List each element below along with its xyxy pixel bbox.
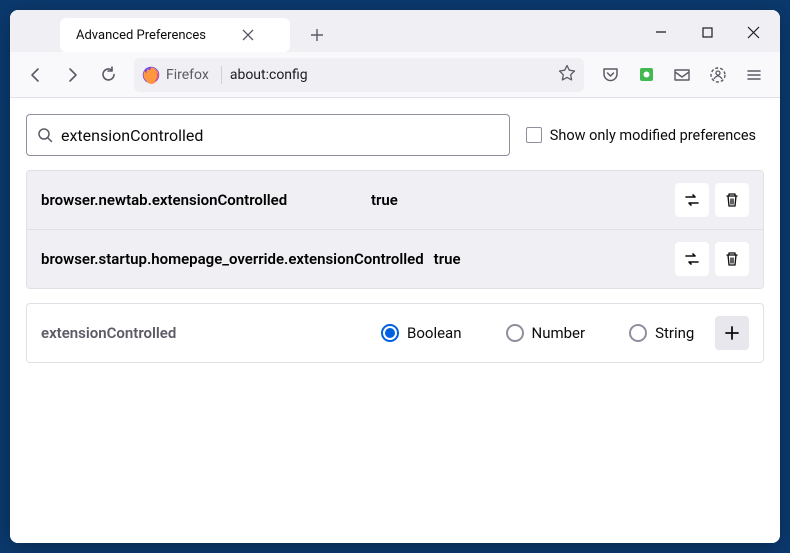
account-icon[interactable] <box>702 59 734 91</box>
about-config-content: extensionControlled Show only modified p… <box>10 98 780 543</box>
toggle-button[interactable] <box>675 183 709 217</box>
toggle-button[interactable] <box>675 242 709 276</box>
add-pref-panel: extensionControlled Boolean Number Strin… <box>26 303 764 363</box>
tab-advanced-preferences[interactable]: Advanced Preferences <box>60 18 290 52</box>
pref-value: true <box>371 191 675 209</box>
maximize-button[interactable] <box>684 16 730 48</box>
pref-row[interactable]: browser.newtab.extensionControlled true <box>27 171 763 229</box>
show-modified-checkbox[interactable]: Show only modified preferences <box>526 127 764 144</box>
pocket-icon[interactable] <box>594 59 626 91</box>
bookmark-star-icon[interactable] <box>558 64 576 86</box>
delete-button[interactable] <box>715 183 749 217</box>
pref-value: true <box>434 250 675 268</box>
type-radios: Boolean Number String <box>381 324 715 342</box>
window-close-button[interactable] <box>730 16 776 48</box>
checkbox-icon <box>526 127 542 143</box>
radio-icon <box>629 324 647 342</box>
forward-button[interactable] <box>56 59 88 91</box>
url-text: about:config <box>230 67 308 83</box>
nav-toolbar: Firefox about:config <box>10 52 780 98</box>
add-pref-row: extensionControlled Boolean Number Strin… <box>27 304 763 362</box>
window-controls <box>638 16 776 48</box>
checkbox-label: Show only modified preferences <box>550 127 756 144</box>
inbox-icon[interactable] <box>666 59 698 91</box>
identity-label: Firefox <box>166 67 209 83</box>
search-icon <box>37 127 53 143</box>
new-pref-name: extensionControlled <box>41 324 371 342</box>
search-input[interactable]: extensionControlled <box>26 114 510 156</box>
back-button[interactable] <box>20 59 52 91</box>
radio-boolean[interactable]: Boolean <box>381 324 462 342</box>
firefox-logo-icon <box>142 66 160 84</box>
delete-button[interactable] <box>715 242 749 276</box>
radio-number[interactable]: Number <box>506 324 586 342</box>
tab-title: Advanced Preferences <box>76 28 206 43</box>
search-row: extensionControlled Show only modified p… <box>18 114 772 156</box>
pref-row[interactable]: browser.startup.homepage_override.extens… <box>27 230 763 288</box>
search-value: extensionControlled <box>61 126 203 145</box>
results-list: browser.newtab.extensionControlled true … <box>26 170 764 289</box>
browser-window: Advanced Preferences Firefox about:confi… <box>10 10 780 543</box>
pref-name: browser.startup.homepage_override.extens… <box>41 250 434 268</box>
radio-icon <box>381 324 399 342</box>
minimize-button[interactable] <box>638 16 684 48</box>
add-button[interactable] <box>715 316 749 350</box>
urlbar-divider <box>221 66 222 84</box>
tab-strip: Advanced Preferences <box>10 10 780 52</box>
radio-string[interactable]: String <box>629 324 694 342</box>
extension-icon[interactable] <box>630 59 662 91</box>
new-tab-button[interactable] <box>302 20 332 50</box>
pref-name: browser.newtab.extensionControlled <box>41 191 371 209</box>
close-icon[interactable] <box>240 27 256 43</box>
url-bar[interactable]: Firefox about:config <box>134 58 584 92</box>
reload-button[interactable] <box>92 59 124 91</box>
radio-icon <box>506 324 524 342</box>
app-menu-button[interactable] <box>738 59 770 91</box>
